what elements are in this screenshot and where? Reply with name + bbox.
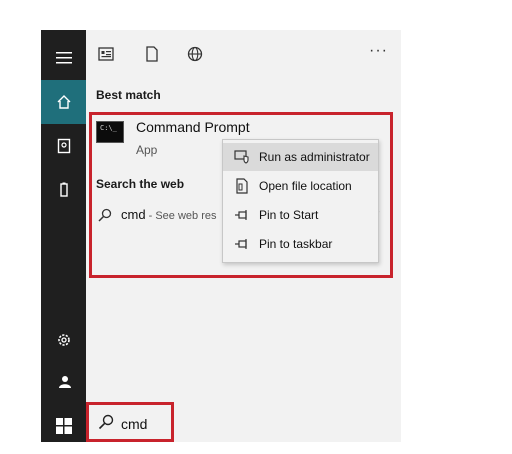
web-search-text: cmd - See web res: [121, 207, 216, 222]
search-web-header: Search the web: [96, 177, 185, 191]
pin-to-taskbar-item[interactable]: Pin to taskbar: [223, 230, 378, 258]
settings-button[interactable]: [41, 318, 86, 362]
apps-filter-button[interactable]: [96, 44, 116, 64]
home-button[interactable]: [41, 80, 86, 124]
context-menu: Run as administrator Open file location …: [222, 139, 379, 263]
windows-start-icon: [55, 418, 72, 434]
more-options-button[interactable]: ···: [369, 42, 388, 60]
open-file-location-item[interactable]: Open file location: [223, 172, 378, 200]
user-button[interactable]: [41, 360, 86, 404]
menu-button[interactable]: [41, 36, 86, 80]
web-hint: - See web res: [145, 210, 217, 222]
device-button[interactable]: [41, 168, 86, 212]
device-icon: [59, 182, 68, 197]
best-match-title: Command Prompt: [136, 119, 250, 135]
start-button[interactable]: [41, 404, 86, 448]
web-filter-button[interactable]: [185, 44, 205, 64]
pin-icon: [233, 206, 251, 224]
settings-icon: [57, 334, 70, 346]
pin-to-start-item[interactable]: Pin to Start: [223, 201, 378, 229]
documents-filter-button[interactable]: [142, 44, 162, 64]
command-prompt-icon: C:\_: [96, 121, 124, 143]
documents-filter-icon: [146, 46, 158, 62]
user-icon: [58, 376, 71, 388]
web-query: cmd: [121, 207, 146, 222]
menu-icon: [55, 52, 72, 64]
web-filter-icon: [187, 46, 203, 62]
search-icon: [98, 414, 114, 430]
admin-shield-icon: [233, 148, 251, 166]
pin-icon: [233, 235, 251, 253]
start-menu-rail: [41, 30, 86, 442]
best-match-header: Best match: [96, 88, 161, 102]
search-icon: [98, 208, 112, 222]
best-match-subtitle: App: [136, 143, 158, 157]
apps-filter-icon: [98, 47, 114, 61]
file-location-icon: [233, 177, 251, 195]
filter-toolbar: ···: [86, 30, 401, 78]
documents-icon: [57, 138, 70, 154]
search-input[interactable]: cmd: [121, 416, 147, 432]
home-icon: [57, 95, 70, 109]
run-as-administrator-item[interactable]: Run as administrator: [223, 143, 378, 171]
documents-button[interactable]: [41, 124, 86, 168]
